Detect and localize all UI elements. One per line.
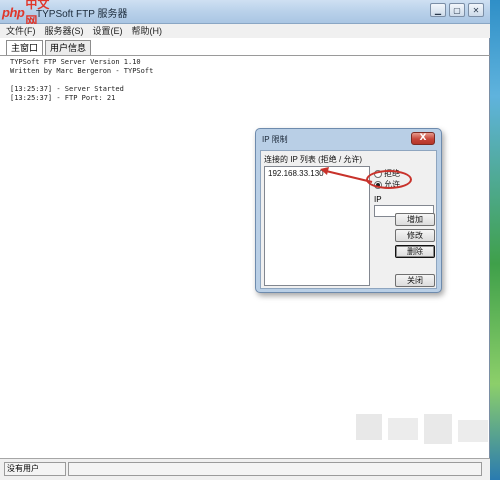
ip-list-item[interactable]: 192.168.33.130: [268, 169, 324, 178]
close-button[interactable]: 关闭: [395, 274, 435, 287]
logo-php: php: [2, 4, 25, 20]
menu-bar: 文件(F) 服务器(S) 设置(E) 帮助(H): [0, 24, 490, 38]
server-log: TYPSoft FTP Server Version 1.10 Written …: [10, 58, 310, 103]
ip-restriction-dialog: IP 限制 X 连接的 IP 列表 (拒绝 / 允许) 192.168.33.1…: [255, 128, 442, 293]
tab-divider: [0, 55, 490, 56]
tab-user-info[interactable]: 用户信息: [45, 40, 92, 55]
close-icon[interactable]: ✕: [468, 3, 484, 17]
menu-server[interactable]: 服务器(S): [45, 24, 84, 38]
status-user-count: 没有用户: [4, 462, 66, 476]
add-button[interactable]: 增加: [395, 213, 435, 226]
maximize-icon[interactable]: ▢: [449, 3, 465, 17]
menu-file[interactable]: 文件(F): [6, 24, 36, 38]
log-line: [13:25:37] - FTP Port: 21: [10, 94, 116, 102]
ip-list-caption: 连接的 IP 列表 (拒绝 / 允许): [264, 155, 363, 164]
minimize-icon[interactable]: ▁: [430, 3, 446, 17]
menu-settings[interactable]: 设置(E): [93, 24, 123, 38]
tab-strip: 主窗口 用户信息: [6, 40, 93, 55]
log-line: Written by Marc Bergeron - TYPSoft: [10, 67, 154, 75]
annotation-arrow-icon: [320, 167, 373, 183]
status-bar: 没有用户: [0, 458, 490, 480]
delete-button[interactable]: 删除: [395, 245, 435, 258]
watermark-icon: [356, 414, 488, 444]
ip-field-label: IP: [374, 195, 382, 204]
title-bar: php 中文网 TYPSoft FTP 服务器 ▁ ▢ ✕: [0, 0, 490, 28]
window-title: TYPSoft FTP 服务器: [36, 9, 128, 20]
dialog-close-button[interactable]: X: [411, 132, 435, 145]
status-panel: [68, 462, 482, 476]
dialog-title: IP 限制: [262, 135, 288, 144]
log-line: [13:25:37] - Server Started: [10, 85, 124, 93]
edit-button[interactable]: 修改: [395, 229, 435, 242]
log-line: TYPSoft FTP Server Version 1.10: [10, 58, 141, 66]
menu-help[interactable]: 帮助(H): [132, 24, 163, 38]
tab-main-window[interactable]: 主窗口: [6, 40, 44, 55]
